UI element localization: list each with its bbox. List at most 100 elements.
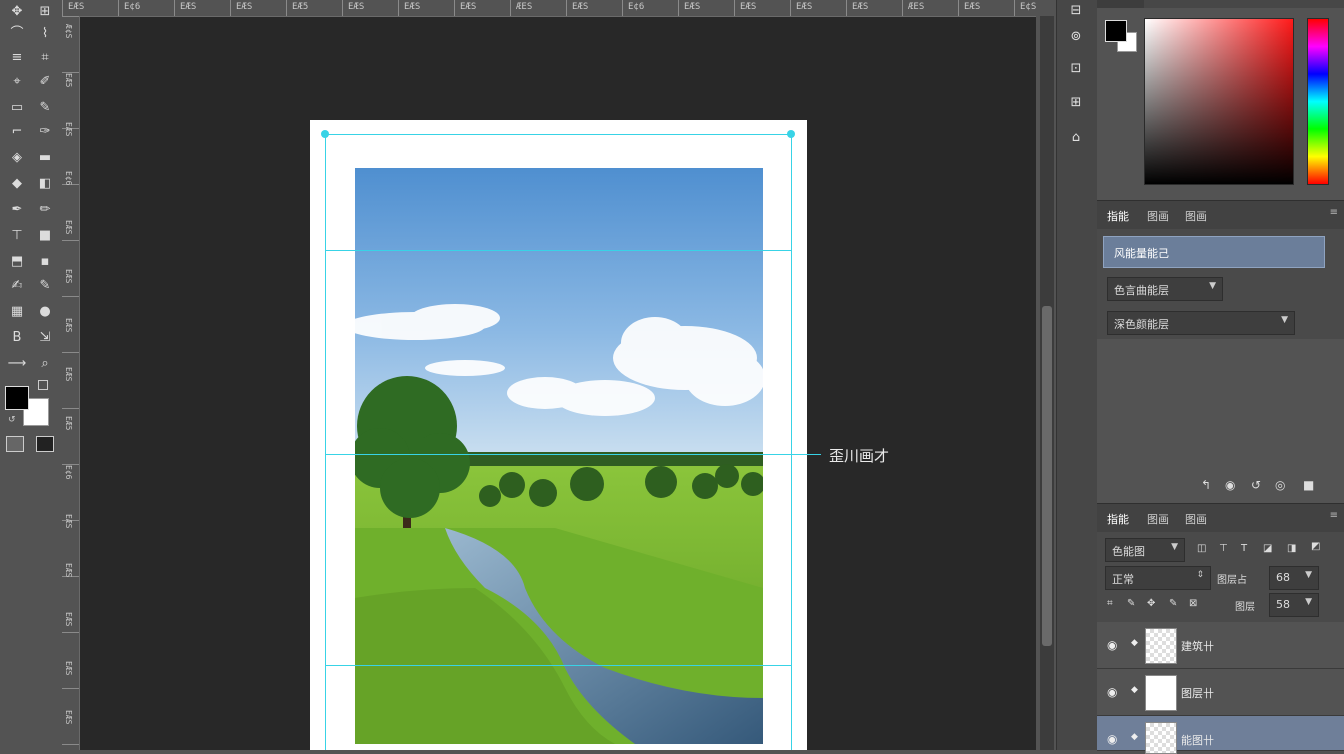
- guide-line[interactable]: [325, 134, 326, 750]
- filter-pixel-icon[interactable]: ◫: [1197, 543, 1206, 554]
- hue-slider[interactable]: [1307, 18, 1329, 185]
- type-tool-icon[interactable]: ⊤: [6, 226, 28, 246]
- default-colors-icon[interactable]: ↺: [8, 415, 16, 425]
- guide-line[interactable]: [325, 134, 791, 135]
- lock-all-icon[interactable]: ⊠: [1189, 598, 1197, 609]
- clip-icon[interactable]: ↰: [1201, 478, 1211, 492]
- visibility-toggle-icon[interactable]: ◉: [1225, 478, 1235, 492]
- tab-adjust-3[interactable]: 图画: [1185, 208, 1207, 224]
- guide-anchor[interactable]: [321, 130, 329, 138]
- rect-tool-icon[interactable]: ▭: [6, 98, 28, 118]
- lock-position-icon[interactable]: ✥: [1147, 598, 1155, 609]
- layer-row[interactable]: ◉ ◆ 图层卄: [1097, 669, 1344, 716]
- custom-shape-tool-icon[interactable]: ▪: [34, 252, 56, 272]
- healing-tool-icon[interactable]: ✐: [34, 72, 56, 92]
- fill-input[interactable]: 58 ▼: [1269, 593, 1319, 617]
- history-icon[interactable]: ⊟: [1065, 0, 1087, 22]
- ruler-tick-label: EÆS: [796, 2, 813, 12]
- adjust-icon[interactable]: ⊡: [1065, 58, 1087, 80]
- guide-line[interactable]: [325, 665, 791, 666]
- layer-row-selected[interactable]: ◉ ◆ 能图卄: [1097, 716, 1344, 754]
- filter-toggle-icon[interactable]: ◩: [1311, 541, 1320, 552]
- blur-tool-icon[interactable]: ◆: [6, 174, 28, 194]
- tab-adjust-1[interactable]: 指能: [1107, 208, 1129, 224]
- tab-adjust-2[interactable]: 图画: [1147, 208, 1169, 224]
- artboard-tool-icon[interactable]: ⊞: [34, 2, 56, 22]
- guide-line[interactable]: [325, 250, 791, 251]
- adjustment-selected-item[interactable]: 风能量能己: [1103, 236, 1325, 268]
- gradient-tool-icon[interactable]: ▬: [34, 148, 56, 168]
- ruler-tick-label: EÆ5: [64, 416, 73, 431]
- 3d-tool-icon[interactable]: ▦: [6, 302, 28, 322]
- trash-icon[interactable]: ■: [1303, 478, 1314, 492]
- layer-kind-filter[interactable]: 色能图 ▼: [1105, 538, 1185, 562]
- pencil-tool-icon[interactable]: ✏: [34, 200, 56, 220]
- marquee-tool-icon[interactable]: ⌒: [6, 24, 28, 44]
- eye-icon[interactable]: ◎: [1275, 478, 1285, 492]
- eye-icon[interactable]: ◉: [1107, 685, 1117, 699]
- count-tool-icon[interactable]: ✎: [34, 276, 56, 296]
- tab-layers-1[interactable]: 指能: [1107, 511, 1129, 527]
- layer-name: 图层卄: [1181, 687, 1214, 700]
- shape-tool-icon[interactable]: ⬒: [6, 252, 28, 272]
- filter-smart-icon[interactable]: ◨: [1287, 543, 1296, 554]
- panel-menu-icon[interactable]: ≡: [1330, 207, 1338, 218]
- drop-tool-icon[interactable]: ●: [34, 302, 56, 322]
- guide-anchor[interactable]: [787, 130, 795, 138]
- guide-line[interactable]: [791, 134, 792, 750]
- panel-menu-icon[interactable]: ≡: [1330, 510, 1338, 521]
- tab-layers-2[interactable]: 图画: [1147, 511, 1169, 527]
- blend-mode-select[interactable]: 正常 ⇕: [1105, 566, 1211, 590]
- horizontal-ruler[interactable]: [62, 0, 1036, 17]
- properties-icon[interactable]: ⊚: [1065, 26, 1087, 48]
- filter-adjust-icon[interactable]: ⊤: [1219, 543, 1228, 554]
- landscape-photo[interactable]: [355, 168, 763, 744]
- eyedropper-tool-icon[interactable]: ⌖: [6, 72, 28, 92]
- dodge-tool-icon[interactable]: ◧: [34, 174, 56, 194]
- screen-mode-button[interactable]: [36, 436, 54, 452]
- vertical-scrollbar[interactable]: [1040, 16, 1054, 750]
- crop-tool-icon[interactable]: ⌗: [34, 48, 56, 68]
- eye-icon[interactable]: ◉: [1107, 732, 1117, 746]
- lasso-tool-icon[interactable]: ⌇: [34, 24, 56, 44]
- pen-tool-icon[interactable]: ✒: [6, 200, 28, 220]
- filter-shape-icon[interactable]: ◪: [1263, 543, 1272, 554]
- adjustment-dropdown-1[interactable]: 色言曲能层 ▼: [1107, 277, 1223, 301]
- reset-icon[interactable]: ↺: [1251, 478, 1261, 492]
- tab-layers-3[interactable]: 图画: [1185, 511, 1207, 527]
- layer-row[interactable]: ◉ ◆ 建筑卄: [1097, 622, 1344, 669]
- swap-colors-icon[interactable]: [38, 380, 48, 390]
- brush-tool-icon[interactable]: ✎: [34, 98, 56, 118]
- opacity-input[interactable]: 68 ▼: [1269, 566, 1319, 590]
- history-brush-tool-icon[interactable]: ✑: [34, 122, 56, 142]
- note-tool-icon[interactable]: ✍: [6, 276, 28, 296]
- select-tool-icon[interactable]: B: [6, 328, 28, 348]
- stamp-tool-icon[interactable]: ⌐: [6, 122, 28, 142]
- move-tool-icon[interactable]: ✥: [6, 2, 28, 22]
- scrollbar-thumb[interactable]: [1042, 306, 1052, 646]
- eraser-tool-icon[interactable]: ◈: [6, 148, 28, 168]
- guide-line[interactable]: [325, 454, 821, 455]
- zoom-tool-icon[interactable]: ⌕: [34, 354, 56, 374]
- quick-mask-button[interactable]: [6, 436, 24, 452]
- landscape-image: [355, 168, 763, 744]
- tools-panel: ✥ ⊞ ⌒ ⌇ ≡ ⌗ ⌖ ✐ ▭ ✎ ⌐ ✑ ◈ ▬ ◆ ◧ ✒ ✏ ⊤ ■ …: [0, 0, 63, 750]
- chevron-down-icon: ⇕: [1196, 570, 1204, 580]
- panel-foreground-swatch[interactable]: [1105, 20, 1127, 42]
- color-picker-field[interactable]: [1144, 18, 1294, 185]
- foreground-color-swatch[interactable]: [5, 386, 29, 410]
- hand-rotate-tool-icon[interactable]: ⇲: [34, 328, 56, 348]
- hand-tool-icon[interactable]: ⟶: [6, 354, 28, 374]
- color-panel-tab[interactable]: [1144, 0, 1344, 8]
- lock-transparent-icon[interactable]: ⌗: [1107, 598, 1113, 609]
- adjustment-dropdown-2[interactable]: 深色颜能层 ▼: [1107, 311, 1295, 335]
- lock-artboard-icon[interactable]: ✎: [1169, 598, 1177, 609]
- filter-type-icon[interactable]: T: [1241, 543, 1247, 554]
- quick-select-tool-icon[interactable]: ≡: [6, 48, 28, 68]
- chevron-down-icon: ▼: [1171, 542, 1178, 552]
- path-select-tool-icon[interactable]: ■: [34, 226, 56, 246]
- lock-pixels-icon[interactable]: ✎: [1127, 598, 1135, 609]
- shape-icon[interactable]: ⌂: [1065, 127, 1087, 149]
- eye-icon[interactable]: ◉: [1107, 638, 1117, 652]
- libraries-icon[interactable]: ⊞: [1065, 92, 1087, 114]
